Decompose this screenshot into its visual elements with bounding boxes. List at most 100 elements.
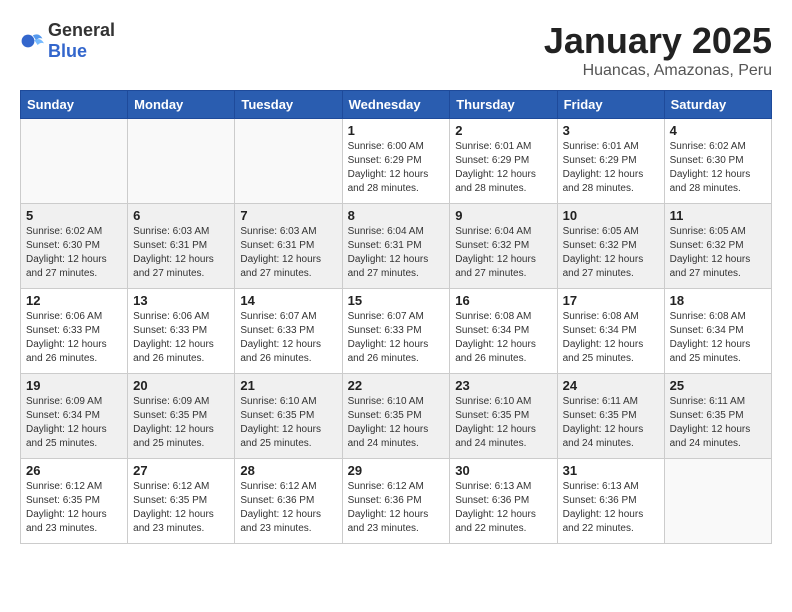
calendar-cell [21,119,128,204]
day-info: Sunrise: 6:02 AM Sunset: 6:30 PM Dayligh… [26,225,122,281]
day-info: Sunrise: 6:04 AM Sunset: 6:32 PM Dayligh… [455,225,551,281]
calendar-cell: 14 Sunrise: 6:07 AM Sunset: 6:33 PM Dayli… [235,289,342,374]
title-area: January 2025 Huancas, Amazonas, Peru [544,20,772,80]
day-info: Sunrise: 6:03 AM Sunset: 6:31 PM Dayligh… [133,225,229,281]
weekday-header-wednesday: Wednesday [342,91,450,119]
calendar-cell: 2Sunrise: 6:01 AM Sunset: 6:29 PM Daylig… [450,119,557,204]
weekday-header-saturday: Saturday [664,91,771,119]
day-info: Sunrise: 6:11 AM Sunset: 6:35 PM Dayligh… [563,395,659,451]
calendar-cell: 9 Sunrise: 6:04 AM Sunset: 6:32 PM Daylig… [450,204,557,289]
week-row-5: 26Sunrise: 6:12 AM Sunset: 6:35 PM Dayli… [21,459,772,544]
day-info: Sunrise: 6:06 AM Sunset: 6:33 PM Dayligh… [26,310,122,366]
day-number: 21 [240,378,336,393]
calendar-table: SundayMondayTuesdayWednesdayThursdayFrid… [20,90,772,544]
calendar-cell [235,119,342,204]
calendar-cell: 22Sunrise: 6:10 AM Sunset: 6:35 PM Dayli… [342,374,450,459]
calendar-cell: 8Sunrise: 6:04 AM Sunset: 6:31 PM Daylig… [342,204,450,289]
day-number: 22 [348,378,445,393]
day-number: 31 [563,463,659,478]
calendar-cell: 29Sunrise: 6:12 AM Sunset: 6:36 PM Dayli… [342,459,450,544]
calendar-cell: 18Sunrise: 6:08 AM Sunset: 6:34 PM Dayli… [664,289,771,374]
day-number: 4 [670,123,766,138]
weekday-header-friday: Friday [557,91,664,119]
day-number: 10 [563,208,659,223]
day-info: Sunrise: 6:08 AM Sunset: 6:34 PM Dayligh… [455,310,551,366]
day-number: 15 [348,293,445,308]
day-info: Sunrise: 6:00 AM Sunset: 6:29 PM Dayligh… [348,140,445,196]
day-number: 9 [455,208,551,223]
calendar-cell: 4 Sunrise: 6:02 AM Sunset: 6:30 PM Daylig… [664,119,771,204]
day-info: Sunrise: 6:10 AM Sunset: 6:35 PM Dayligh… [240,395,336,451]
calendar-cell [664,459,771,544]
day-number: 13 [133,293,229,308]
weekday-header-monday: Monday [128,91,235,119]
day-info: Sunrise: 6:05 AM Sunset: 6:32 PM Dayligh… [670,225,766,281]
weekday-header-thursday: Thursday [450,91,557,119]
day-number: 11 [670,208,766,223]
day-number: 27 [133,463,229,478]
logo-icon [20,29,44,53]
month-title: January 2025 [544,20,772,62]
day-info: Sunrise: 6:12 AM Sunset: 6:35 PM Dayligh… [133,480,229,536]
day-number: 29 [348,463,445,478]
day-number: 23 [455,378,551,393]
day-info: Sunrise: 6:13 AM Sunset: 6:36 PM Dayligh… [455,480,551,536]
day-number: 20 [133,378,229,393]
day-info: Sunrise: 6:09 AM Sunset: 6:34 PM Dayligh… [26,395,122,451]
calendar-cell: 26Sunrise: 6:12 AM Sunset: 6:35 PM Dayli… [21,459,128,544]
location-title: Huancas, Amazonas, Peru [544,62,772,80]
week-row-4: 19 Sunrise: 6:09 AM Sunset: 6:34 PM Dayli… [21,374,772,459]
day-info: Sunrise: 6:12 AM Sunset: 6:36 PM Dayligh… [240,480,336,536]
calendar-cell: 6 Sunrise: 6:03 AM Sunset: 6:31 PM Daylig… [128,204,235,289]
calendar-cell: 16 Sunrise: 6:08 AM Sunset: 6:34 PM Dayli… [450,289,557,374]
calendar-cell: 13 Sunrise: 6:06 AM Sunset: 6:33 PM Dayli… [128,289,235,374]
day-number: 1 [348,123,445,138]
calendar-cell: 15 Sunrise: 6:07 AM Sunset: 6:33 PM Dayli… [342,289,450,374]
calendar-cell: 30 Sunrise: 6:13 AM Sunset: 6:36 PM Dayli… [450,459,557,544]
day-info: Sunrise: 6:07 AM Sunset: 6:33 PM Dayligh… [348,310,445,366]
calendar-cell: 20 Sunrise: 6:09 AM Sunset: 6:35 PM Dayli… [128,374,235,459]
day-info: Sunrise: 6:02 AM Sunset: 6:30 PM Dayligh… [670,140,766,196]
day-number: 5 [26,208,122,223]
calendar-cell: 31 Sunrise: 6:13 AM Sunset: 6:36 PM Dayli… [557,459,664,544]
weekday-header-tuesday: Tuesday [235,91,342,119]
day-info: Sunrise: 6:12 AM Sunset: 6:35 PM Dayligh… [26,480,122,536]
day-number: 16 [455,293,551,308]
day-info: Sunrise: 6:13 AM Sunset: 6:36 PM Dayligh… [563,480,659,536]
day-info: Sunrise: 6:09 AM Sunset: 6:35 PM Dayligh… [133,395,229,451]
logo-blue: Blue [48,41,87,61]
day-number: 12 [26,293,122,308]
day-info: Sunrise: 6:06 AM Sunset: 6:33 PM Dayligh… [133,310,229,366]
day-info: Sunrise: 6:04 AM Sunset: 6:31 PM Dayligh… [348,225,445,281]
day-info: Sunrise: 6:10 AM Sunset: 6:35 PM Dayligh… [455,395,551,451]
day-number: 28 [240,463,336,478]
day-number: 6 [133,208,229,223]
logo-text: General Blue [48,20,115,62]
day-info: Sunrise: 6:11 AM Sunset: 6:35 PM Dayligh… [670,395,766,451]
calendar-cell: 23 Sunrise: 6:10 AM Sunset: 6:35 PM Dayli… [450,374,557,459]
calendar-cell: 19 Sunrise: 6:09 AM Sunset: 6:34 PM Dayli… [21,374,128,459]
calendar-cell: 24 Sunrise: 6:11 AM Sunset: 6:35 PM Dayli… [557,374,664,459]
day-info: Sunrise: 6:01 AM Sunset: 6:29 PM Dayligh… [455,140,551,196]
calendar-cell: 12 Sunrise: 6:06 AM Sunset: 6:33 PM Dayli… [21,289,128,374]
calendar-cell: 3Sunrise: 6:01 AM Sunset: 6:29 PM Daylig… [557,119,664,204]
calendar-cell: 7Sunrise: 6:03 AM Sunset: 6:31 PM Daylig… [235,204,342,289]
calendar-cell: 21 Sunrise: 6:10 AM Sunset: 6:35 PM Dayli… [235,374,342,459]
weekday-header-sunday: Sunday [21,91,128,119]
day-info: Sunrise: 6:01 AM Sunset: 6:29 PM Dayligh… [563,140,659,196]
day-info: Sunrise: 6:07 AM Sunset: 6:33 PM Dayligh… [240,310,336,366]
day-info: Sunrise: 6:08 AM Sunset: 6:34 PM Dayligh… [670,310,766,366]
calendar-cell [128,119,235,204]
day-number: 24 [563,378,659,393]
calendar-cell: 10Sunrise: 6:05 AM Sunset: 6:32 PM Dayli… [557,204,664,289]
day-number: 19 [26,378,122,393]
week-row-2: 5 Sunrise: 6:02 AM Sunset: 6:30 PM Daylig… [21,204,772,289]
day-info: Sunrise: 6:03 AM Sunset: 6:31 PM Dayligh… [240,225,336,281]
logo-general: General [48,20,115,40]
week-row-3: 12 Sunrise: 6:06 AM Sunset: 6:33 PM Dayli… [21,289,772,374]
calendar-cell: 27 Sunrise: 6:12 AM Sunset: 6:35 PM Dayli… [128,459,235,544]
calendar-cell: 17Sunrise: 6:08 AM Sunset: 6:34 PM Dayli… [557,289,664,374]
day-number: 30 [455,463,551,478]
day-number: 14 [240,293,336,308]
calendar-cell: 28 Sunrise: 6:12 AM Sunset: 6:36 PM Dayli… [235,459,342,544]
